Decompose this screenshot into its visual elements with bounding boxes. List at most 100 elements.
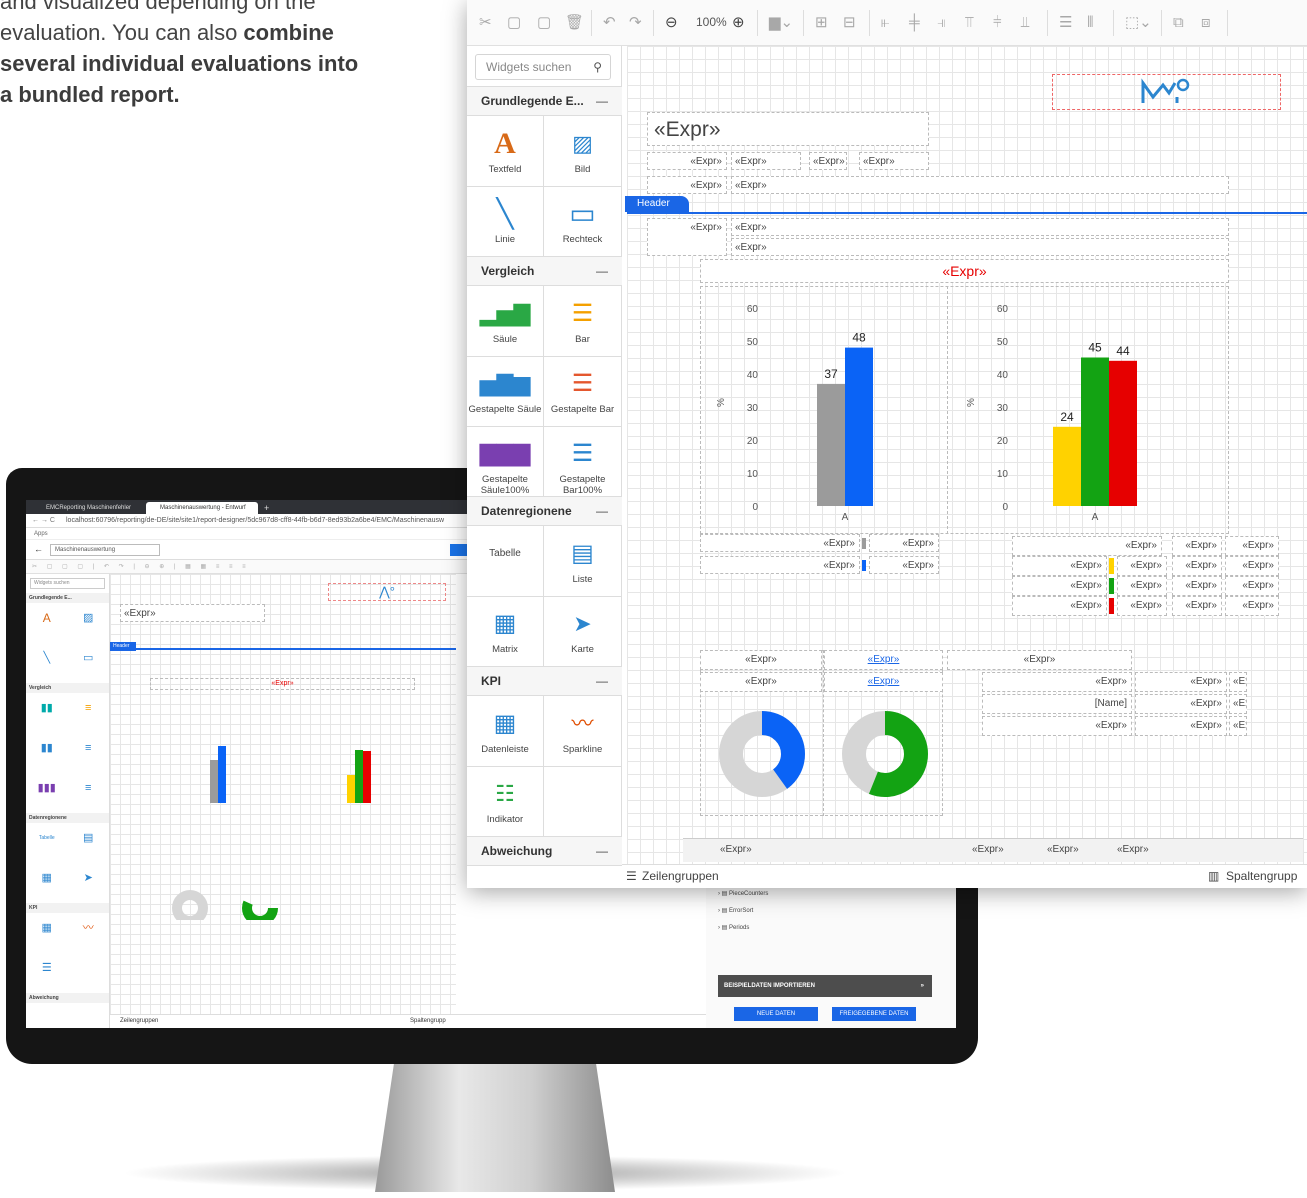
collapse-chevron-icon[interactable]: » [921,975,924,997]
mini-category[interactable]: Abweichung [26,993,109,1003]
mini-stacked100-icon[interactable]: ▮▮▮ [26,773,68,813]
category-comparison[interactable]: Vergleich — [467,256,622,286]
column-groups-label[interactable]: Spaltengrupp [1226,865,1297,887]
expr-title[interactable]: «Expr» [647,112,929,146]
expr-truncated[interactable]: «Ex [1229,716,1247,736]
report-name-input[interactable]: Maschinenauswertung [50,544,160,556]
widget-sparkline[interactable]: 〰 Sparkline [544,696,621,766]
expr-field[interactable]: «Expr» [1172,536,1222,556]
mini-expr-title[interactable]: «Expr» [120,604,265,622]
distribute-v-icon[interactable]: ⦀ [1087,14,1094,32]
align-left-icon[interactable]: ⫦ [881,14,889,32]
widget-liste[interactable]: ▤ Liste [544,526,621,596]
collapse-icon[interactable]: — [596,87,608,115]
fill-color-icon[interactable]: ▆⌄ [769,14,793,32]
import-sample-data-header[interactable]: BEISPIELDATEN IMPORTIEREN » [718,975,932,997]
ungroup-icon[interactable]: ⊟ [843,14,856,32]
expr-truncated[interactable]: «Ex [1229,672,1247,692]
widget-datenleiste[interactable]: ▦ Datenleiste [467,696,544,766]
expr-link[interactable]: «Expr» [824,650,943,670]
align-top-icon[interactable]: ⫪ [965,14,973,32]
new-data-button[interactable]: NEUE DATEN [734,1007,818,1021]
widget-karte[interactable]: ➤ Karte [544,596,621,666]
expr-field[interactable]: «Expr» [700,534,860,552]
widget-saule[interactable]: ▂▅▇ Säule [467,286,544,356]
name-field[interactable]: [Name] [982,694,1132,714]
mini-data-item-3[interactable]: › ▤ Periods [718,924,749,931]
collapse-icon[interactable]: — [596,257,608,285]
header-band-label[interactable]: Header [625,196,689,212]
mini-column-icon[interactable]: ▮▮ [26,693,68,733]
mini-category[interactable]: KPI [26,903,109,913]
mini-table-label[interactable]: Tabelle [26,823,68,863]
align-right-icon[interactable]: ⫣ [937,14,946,32]
delete-icon[interactable]: 🗑 [565,14,584,32]
expr-field[interactable]: «Expr» [731,218,1229,236]
expr-field[interactable]: «Expr» [1135,716,1227,736]
expr-field[interactable]: «Expr» [1012,536,1162,556]
expr-field[interactable]: «Expr» [1117,841,1167,859]
mini-category[interactable]: Vergleich [26,683,109,693]
collapse-icon[interactable]: — [596,667,608,695]
category-deviation[interactable]: Abweichung — [467,836,622,866]
mini-col-groups[interactable]: Spaltengrupp [410,1015,446,1027]
center-h-icon[interactable]: ⧉ [1173,14,1184,32]
expr-field[interactable]: «Expr» [647,176,727,194]
expr-link[interactable]: «Expr» [824,672,943,692]
align-middle-icon[interactable]: ⫩ [993,14,1002,32]
widget-linie[interactable]: ╲ Linie [467,186,544,256]
expr-field[interactable]: «Expr» [1047,841,1097,859]
align-bottom-icon[interactable]: ⫫ [1021,14,1029,32]
mini-line-icon[interactable]: ╲ [26,643,68,683]
mini-list-icon[interactable]: ▤ [68,823,110,863]
expr-field[interactable]: «Expr» [982,716,1132,736]
expr-field[interactable]: «Expr» [1225,556,1279,576]
mini-row-groups[interactable]: Zeilengruppen [120,1018,158,1024]
collapse-icon[interactable]: — [596,837,608,865]
search-icon[interactable]: ⚲ [593,55,602,79]
expr-field[interactable]: «Expr» [731,238,1229,256]
category-data-regions[interactable]: Datenregionene — [467,496,622,526]
mini-data-item-2[interactable]: › ▤ ErrorSort [718,907,753,914]
expr-field[interactable]: «Expr» [1012,576,1107,596]
mini-text-icon[interactable]: A [26,603,68,643]
expr-field[interactable]: «Expr» [1012,556,1107,576]
logo-placeholder[interactable] [1052,74,1281,110]
mini-rect-icon[interactable]: ▭ [68,643,110,683]
row-groups-label[interactable]: Zeilengruppen [642,865,719,887]
expr-field[interactable]: «Expr» [869,556,939,574]
mini-sparkline-icon[interactable]: 〰 [68,913,110,953]
undo-icon[interactable]: ↶ [603,14,616,32]
expr-truncated[interactable]: «Ex [1229,694,1247,714]
mini-stacked-bar-icon[interactable]: ≡ [68,733,110,773]
widget-textfeld[interactable]: A Textfeld [467,116,544,186]
category-basic[interactable]: Grundlegende E... — [467,86,622,116]
row-groups-icon[interactable]: ☰ [626,865,637,887]
size-icon[interactable]: ⬚⌄ [1125,14,1152,32]
expr-field[interactable]: «Expr» [809,152,847,170]
expr-field[interactable]: «Expr» [700,650,822,670]
new-tab-icon[interactable]: + [258,502,278,514]
zoom-out-icon[interactable]: ⊖ [665,14,678,32]
expr-field[interactable]: «Expr» [1135,694,1227,714]
nav-arrows-icon[interactable]: ← → C [32,514,55,528]
expr-field[interactable]: «Expr» [1117,596,1167,616]
zoom-in-icon[interactable]: ⊕ [732,14,745,32]
mini-stacked-icon[interactable]: ▮▮ [26,733,68,773]
expr-field[interactable]: «Expr» [717,841,877,859]
back-arrow-icon[interactable]: ← [34,544,43,554]
mini-matrix-icon[interactable]: ▦ [26,863,68,903]
red-expr-heading[interactable]: «Expr» [700,259,1229,283]
expr-field[interactable]: «Expr» [1225,596,1279,616]
expr-field[interactable]: «Expr» [731,152,801,170]
mini-indicator-icon[interactable]: ☰ [26,953,68,993]
widget-matrix[interactable]: ▦ Matrix [467,596,544,666]
widget-search-input[interactable]: Widgets suchen ⚲ [475,54,611,80]
browser-tab-2[interactable]: Maschinenauswertung - Entwurf [146,502,258,514]
copy-icon[interactable]: ▢ [507,14,521,32]
expr-field[interactable]: «Expr» [700,556,860,574]
expr-field[interactable]: «Expr» [982,672,1132,692]
expr-field[interactable]: «Expr» [1172,556,1222,576]
category-kpi[interactable]: KPI — [467,666,622,696]
group-icon[interactable]: ⊞ [815,14,828,32]
